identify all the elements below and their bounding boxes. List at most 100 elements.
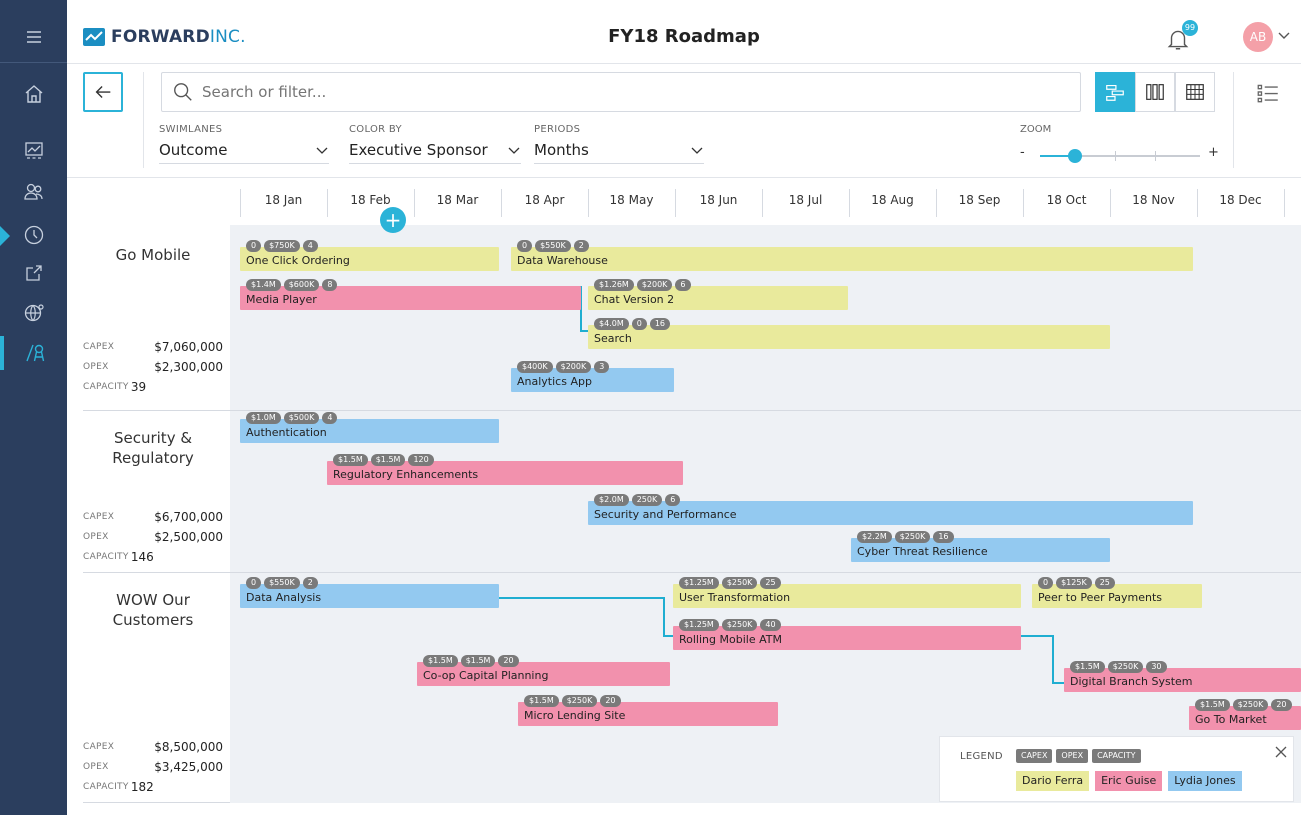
add-item-button[interactable]: + (380, 207, 406, 233)
swimlane-stats: CAPEX $7,060,000 OPEX $2,300,000 CAPACITY 3… (83, 337, 223, 397)
swimlane-header: Security & Regulatory (83, 428, 223, 468)
roadmap-bar[interactable]: 0 $125K 25 Peer to Peer Payments (1032, 577, 1202, 608)
columns-view-button[interactable] (1135, 72, 1175, 112)
bar-label: Peer to Peer Payments (1038, 591, 1163, 604)
periods-select[interactable]: Months (534, 141, 704, 164)
capex-badge: $400K (517, 361, 553, 373)
roadmap-bar[interactable]: $1.5M $250K 20 Go To Market (1189, 699, 1301, 730)
chevron-down-icon (508, 147, 520, 154)
roadmap-bar[interactable]: $2.0M 250K 6 Security and Performance (588, 494, 1193, 525)
capex-badge: $2.0M (594, 494, 629, 506)
month-label: 18 Jun (699, 193, 738, 207)
legend-capex-badge: CAPEX (1016, 749, 1053, 763)
nav-home[interactable] (0, 77, 67, 111)
swimlanes-field: SWIMLANES Outcome (159, 124, 329, 164)
zoom-in-button[interactable]: + (1208, 145, 1219, 160)
grid-view-button[interactable] (1175, 72, 1215, 112)
legend-sponsor-list: Dario Ferra Eric Guise Lydia Jones (1016, 771, 1242, 791)
nav-roadmap[interactable] (0, 336, 67, 370)
capacity-label: CAPACITY (83, 782, 129, 792)
search-input[interactable] (202, 83, 1062, 101)
capex-value: $6,700,000 (154, 510, 223, 524)
roadmap-bar[interactable]: $1.5M $1.5M 20 Co-op Capital Planning (417, 655, 670, 686)
list-view-icon[interactable] (1255, 80, 1281, 106)
swimlane-title: Security & Regulatory (112, 429, 194, 467)
bar-label: Security and Performance (594, 508, 737, 521)
roadmap-bar[interactable]: $2.2M $250K 16 Cyber Threat Resilience (851, 531, 1110, 562)
month-label: 18 Dec (1219, 193, 1262, 207)
capex-badge: $1.5M (1070, 661, 1105, 673)
opex-badge: $250K (721, 619, 758, 631)
roadmap-bar[interactable]: $1.5M $1.5M 120 Regulatory Enhancements (327, 454, 683, 485)
month-label: 18 Jan (264, 193, 303, 207)
month-label: 18 Sep (958, 193, 1001, 207)
nav-timeline[interactable] (0, 218, 67, 252)
roadmap-bar[interactable]: $1.5M $250K 30 Digital Branch System (1064, 661, 1301, 692)
chart-icon (24, 142, 43, 159)
search-box[interactable] (161, 72, 1081, 112)
chevron-down-icon (316, 147, 328, 154)
dependency-connector (1052, 682, 1064, 684)
roadmap-bar[interactable]: 0 $750K 4 One Click Ordering (240, 240, 499, 271)
zoom-out-button[interactable]: - (1020, 145, 1025, 160)
chevron-down-icon[interactable] (1277, 28, 1291, 42)
capex-badge: $1.25M (679, 619, 719, 631)
roadmap-bar[interactable]: 0 $550K 2 Data Warehouse (511, 240, 1193, 271)
nav-export[interactable] (0, 256, 67, 290)
month-label: 18 Nov (1132, 193, 1175, 207)
capacity-label: CAPACITY (83, 552, 129, 562)
color-by-value: Executive Sponsor (349, 141, 488, 159)
opex-value: $3,425,000 (154, 760, 223, 774)
opex-badge: 250K (631, 494, 663, 506)
color-by-select[interactable]: Executive Sponsor (349, 141, 521, 164)
capacity-badge: 16 (933, 531, 954, 543)
zoom-field: ZOOM - + (1020, 124, 1220, 163)
opex-badge: $1.5M (370, 454, 406, 466)
bar-label: One Click Ordering (246, 254, 350, 267)
user-avatar[interactable]: AB (1243, 22, 1273, 52)
clock-icon (24, 225, 43, 245)
swimlane-header: Go Mobile (83, 245, 223, 265)
periods-value: Months (534, 141, 589, 159)
roadmap-bar[interactable]: 0 $550K 2 Data Analysis (240, 577, 499, 608)
gantt-view-button[interactable] (1095, 72, 1135, 112)
close-icon[interactable] (1274, 745, 1288, 759)
legend-item: Lydia Jones (1168, 771, 1242, 791)
menu-button[interactable] (0, 20, 67, 54)
capacity-badge: 120 (408, 454, 434, 466)
swimlane-divider (83, 572, 230, 573)
opex-badge: $250K (721, 577, 758, 589)
capacity-badge: 4 (322, 412, 338, 424)
back-button[interactable] (83, 72, 123, 112)
capex-label: CAPEX (83, 342, 115, 352)
bar-label: Authentication (246, 426, 327, 439)
notification-count-badge: 99 (1182, 20, 1198, 36)
zoom-thumb[interactable] (1068, 149, 1083, 163)
roadmap-bar[interactable]: $1.25M $250K 40 Rolling Mobile ATM (673, 619, 1021, 650)
roadmap-bar[interactable]: $1.25M $250K 25 User Transformation (673, 577, 1021, 608)
roadmap-bar[interactable]: $1.26M $200K 6 Chat Version 2 (588, 279, 848, 310)
bar-label: User Transformation (679, 591, 791, 604)
roadmap-bar[interactable]: $1.0M $500K 4 Authentication (240, 412, 499, 443)
color-by-field: COLOR BY Executive Sponsor (349, 124, 521, 164)
capacity-badge: 2 (573, 240, 589, 252)
zoom-slider[interactable]: - + (1020, 144, 1220, 168)
roadmap-bar[interactable]: $4.0M 0 16 Search (588, 318, 1110, 349)
nav-global[interactable] (0, 296, 67, 330)
swimlanes-select[interactable]: Outcome (159, 141, 329, 164)
roadmap-bar[interactable]: $400K $200K 3 Analytics App (511, 361, 674, 392)
app-root: FORWARDINC. FY18 Roadmap 99 AB Search or… (0, 0, 1301, 815)
bar-label: Media Player (246, 293, 317, 306)
globe-icon (24, 304, 44, 322)
top-header: FORWARDINC. FY18 Roadmap 99 AB (67, 0, 1301, 64)
capex-badge: $1.5M (333, 454, 368, 466)
capacity-badge: 20 (498, 655, 519, 667)
roadmap-bar[interactable]: $1.4M $600K 8 Media Player (240, 279, 581, 310)
capex-label: CAPEX (83, 742, 115, 752)
nav-dashboard[interactable] (0, 134, 67, 168)
opex-badge: $500K (283, 412, 320, 424)
periods-field: PERIODS Months (534, 124, 704, 164)
roadmap-bar[interactable]: $1.5M $250K 20 Micro Lending Site (518, 695, 778, 726)
nav-team[interactable] (0, 174, 67, 208)
capacity-badge: 3 (594, 361, 610, 373)
